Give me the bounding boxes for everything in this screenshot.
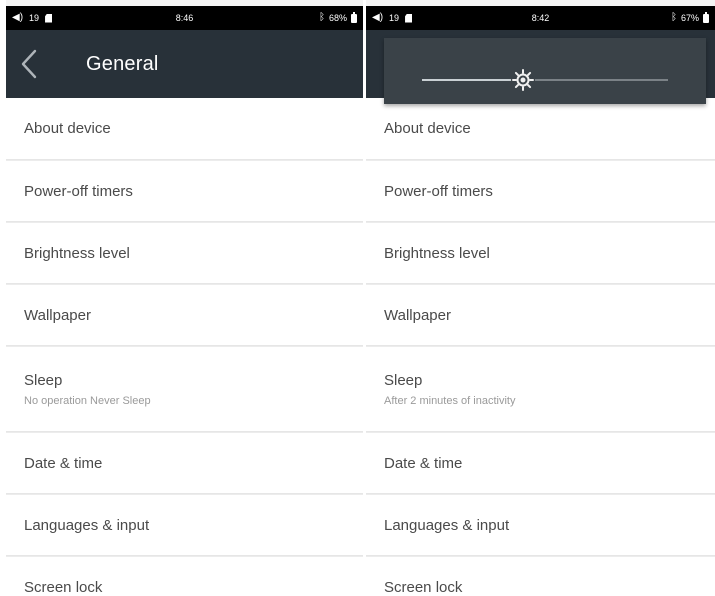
right-screen: ◀) 19 8:42 ᛒ 67% About device Power-off … xyxy=(366,0,715,596)
app-bar: General xyxy=(6,30,363,98)
settings-item-label: Power-off timers xyxy=(384,182,493,200)
back-button[interactable] xyxy=(20,34,64,94)
settings-item-screen-lock[interactable]: Screen lock xyxy=(6,556,363,596)
page-title: General xyxy=(86,52,159,75)
bluetooth-icon: ᛒ xyxy=(670,12,677,23)
status-time: 8:42 xyxy=(531,13,550,23)
settings-item-label: Sleep xyxy=(384,371,423,389)
settings-item-about-device[interactable]: About device xyxy=(6,98,363,160)
settings-item-label: Wallpaper xyxy=(384,306,451,324)
volume-icon: ◀) xyxy=(372,12,384,23)
sd-card-icon xyxy=(45,13,53,23)
settings-list: About device Power-off timers Brightness… xyxy=(6,98,363,596)
settings-item-about-device[interactable]: About device xyxy=(366,98,715,160)
battery-icon xyxy=(703,11,709,23)
settings-item-label: Languages & input xyxy=(24,516,150,534)
settings-item-summary: After 2 minutes of inactivity xyxy=(384,394,516,407)
sd-card-icon xyxy=(405,13,413,23)
chevron-left-icon xyxy=(21,49,37,79)
settings-item-label: Screen lock xyxy=(24,578,103,596)
settings-item-wallpaper[interactable]: Wallpaper xyxy=(6,284,363,346)
settings-item-label: Date & time xyxy=(384,454,463,472)
settings-item-summary: No operation Never Sleep xyxy=(24,394,151,407)
battery-icon xyxy=(351,11,357,23)
settings-item-label: Brightness level xyxy=(24,244,130,262)
brightness-slider-fill xyxy=(422,79,523,81)
settings-list: About device Power-off timers Brightness… xyxy=(366,98,715,596)
settings-item-brightness-level[interactable]: Brightness level xyxy=(6,222,363,284)
settings-item-label: Wallpaper xyxy=(24,306,91,324)
brightness-icon xyxy=(510,68,535,92)
settings-item-label: Power-off timers xyxy=(24,182,133,200)
status-time: 8:46 xyxy=(175,13,194,23)
brightness-slider-thumb[interactable] xyxy=(510,67,536,93)
settings-item-languages-input[interactable]: Languages & input xyxy=(6,494,363,556)
volume-level: 19 xyxy=(29,13,40,23)
status-bar: ◀) 19 8:42 ᛒ 67% xyxy=(366,6,715,30)
left-screen: ◀) 19 8:46 ᛒ 68% General About device Po… xyxy=(6,0,363,596)
bluetooth-icon: ᛒ xyxy=(318,12,325,23)
settings-item-label: About device xyxy=(24,120,111,137)
volume-level: 19 xyxy=(389,13,400,23)
status-bar: ◀) 19 8:46 ᛒ 68% xyxy=(6,6,363,30)
settings-item-label: Screen lock xyxy=(384,578,463,596)
battery-percent: 67% xyxy=(680,13,699,23)
settings-item-label: Sleep xyxy=(24,371,63,389)
settings-item-date-time[interactable]: Date & time xyxy=(6,432,363,494)
settings-item-power-off-timers[interactable]: Power-off timers xyxy=(366,160,715,222)
battery-percent: 68% xyxy=(328,13,347,23)
settings-item-sleep[interactable]: Sleep No operation Never Sleep xyxy=(6,346,363,432)
settings-item-sleep[interactable]: Sleep After 2 minutes of inactivity xyxy=(366,346,715,432)
settings-item-power-off-timers[interactable]: Power-off timers xyxy=(6,160,363,222)
settings-item-brightness-level[interactable]: Brightness level xyxy=(366,222,715,284)
brightness-panel xyxy=(384,38,706,104)
volume-icon: ◀) xyxy=(12,12,24,23)
settings-item-label: Languages & input xyxy=(384,516,510,534)
settings-item-label: About device xyxy=(384,120,471,137)
settings-item-wallpaper[interactable]: Wallpaper xyxy=(366,284,715,346)
settings-item-label: Date & time xyxy=(24,454,103,472)
settings-item-languages-input[interactable]: Languages & input xyxy=(366,494,715,556)
settings-item-label: Brightness level xyxy=(384,244,490,262)
settings-item-screen-lock[interactable]: Screen lock xyxy=(366,556,715,596)
brightness-slider[interactable] xyxy=(422,79,668,81)
settings-item-date-time[interactable]: Date & time xyxy=(366,432,715,494)
